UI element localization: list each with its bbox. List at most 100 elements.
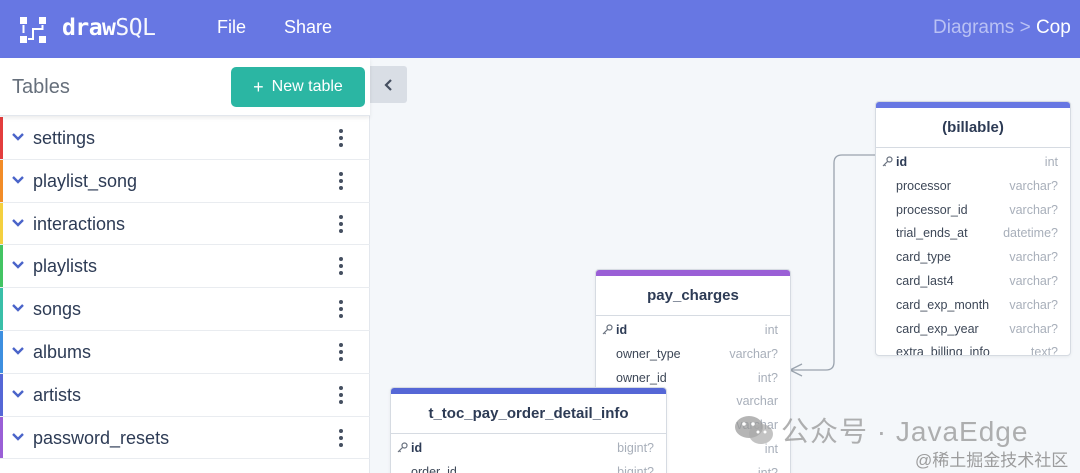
column-name: card_exp_month	[896, 297, 990, 312]
more-options-icon[interactable]	[335, 255, 347, 277]
relation-billable-pay-charges	[790, 154, 876, 371]
column-row[interactable]: card_last4 varchar?	[876, 269, 1070, 293]
column-name: id	[616, 323, 628, 337]
table-color-bar	[0, 245, 3, 288]
sidebar-table-item[interactable]: songs	[0, 288, 370, 331]
column-name: processor_id	[896, 202, 968, 217]
more-options-icon[interactable]	[335, 341, 347, 363]
column-name: card_exp_year	[896, 321, 979, 336]
column-type: varchar?	[1009, 297, 1058, 312]
menu-file[interactable]: File	[217, 17, 246, 38]
more-options-icon[interactable]	[335, 170, 347, 192]
column-name: card_type	[896, 250, 951, 265]
table-color-bar	[0, 288, 3, 330]
column-name: trial_ends_at	[896, 226, 968, 241]
chevron-down-icon[interactable]	[11, 130, 25, 144]
breadcrumb: Diagrams > Cop	[933, 17, 1071, 39]
column-type: int	[1044, 155, 1058, 169]
more-options-icon[interactable]	[335, 213, 347, 235]
collapse-sidebar-button[interactable]	[370, 66, 407, 103]
column-type: datetime?	[1003, 226, 1058, 241]
table-color-bar	[0, 159, 3, 202]
chevron-down-icon[interactable]	[11, 173, 25, 187]
sidebar-table-item[interactable]: albums	[0, 330, 370, 374]
more-options-icon[interactable]	[335, 427, 347, 449]
column-name: id	[896, 155, 908, 169]
drawsql-logo-icon[interactable]	[18, 15, 48, 45]
column-row[interactable]: card_type varchar?	[876, 245, 1070, 269]
plus-icon: +	[253, 76, 264, 97]
new-table-label: New table	[271, 78, 343, 95]
more-options-icon[interactable]	[335, 127, 347, 149]
breadcrumb-current: Cop	[1035, 17, 1071, 38]
column-row[interactable]: processor varchar?	[876, 174, 1070, 198]
column-row[interactable]: extra_billing_info text?	[876, 340, 1070, 356]
column-type: varchar?	[1009, 273, 1058, 288]
column-row[interactable]: trial_ends_at datetime?	[876, 221, 1070, 245]
watermark: 公众号 · JavaEdge	[733, 410, 1028, 450]
table-name: albums	[33, 341, 92, 362]
brand-light: SQL	[115, 15, 156, 41]
table-list: settings playlist_song interactions playlis…	[0, 117, 370, 460]
breadcrumb-diagrams[interactable]: Diagrams >	[933, 17, 1031, 38]
sidebar-table-item[interactable]: interactions	[0, 202, 370, 246]
table-color-bar	[0, 117, 3, 159]
tables-sidebar: Tables + New table settings playlist_song…	[0, 58, 370, 473]
column-name: extra_billing_info	[896, 345, 990, 356]
column-row[interactable]: id int	[596, 318, 790, 342]
table-card-t-toc-pay-order-detail-info[interactable]: t_toc_pay_order_detail_info id bigint? ord…	[390, 387, 667, 473]
column-row[interactable]: id bigint?	[391, 436, 666, 460]
chevron-down-icon[interactable]	[11, 301, 25, 315]
table-card-billable[interactable]: (billable) id int processor varchar? process…	[875, 101, 1071, 356]
sidebar-table-item[interactable]: settings	[0, 117, 370, 160]
sidebar-table-item[interactable]: playlist_song	[0, 159, 370, 203]
column-type: varchar?	[1009, 250, 1058, 265]
column-type: varchar?	[729, 346, 778, 361]
sidebar-table-item[interactable]: playlists	[0, 245, 370, 289]
table-name: interactions	[33, 213, 126, 234]
key-icon	[397, 442, 408, 453]
column-type: bigint?	[617, 464, 654, 473]
table-color-bar	[0, 202, 3, 245]
crow-foot-icon	[789, 363, 803, 377]
column-type: bigint?	[617, 441, 654, 455]
table-name: password_resets	[33, 427, 170, 448]
chevron-down-icon[interactable]	[11, 216, 25, 230]
column-row[interactable]: owner_type varchar?	[596, 342, 790, 366]
chevron-down-icon[interactable]	[11, 387, 25, 401]
column-row[interactable]: processor_id varchar?	[876, 198, 1070, 222]
table-color-bar	[0, 330, 3, 373]
column-type: varchar?	[1009, 321, 1058, 336]
new-table-button[interactable]: + New table	[231, 67, 365, 107]
table-name: settings	[33, 128, 96, 148]
sidebar-title: Tables	[12, 76, 70, 98]
chevron-down-icon[interactable]	[11, 430, 25, 444]
table-color-bar	[0, 373, 3, 416]
table-columns: id int processor varchar? processor_id varcha…	[876, 148, 1070, 356]
more-options-icon[interactable]	[335, 384, 347, 406]
key-icon	[602, 324, 613, 335]
chevron-down-icon[interactable]	[11, 344, 25, 358]
column-name: order_id	[411, 464, 457, 473]
table-title[interactable]: t_toc_pay_order_detail_info	[391, 394, 666, 434]
column-row[interactable]: owner_id int?	[596, 366, 790, 390]
column-row[interactable]: id int	[876, 150, 1070, 174]
column-row[interactable]: order_id bigint?	[391, 460, 666, 473]
watermark-sub: @稀土掘金技术社区	[915, 451, 1069, 470]
column-row[interactable]: card_exp_year varchar?	[876, 317, 1070, 341]
sidebar-table-item[interactable]: password_resets	[0, 416, 370, 460]
column-name: processor	[896, 178, 951, 193]
table-title[interactable]: pay_charges	[596, 276, 790, 316]
sidebar-table-item[interactable]: artists	[0, 373, 370, 417]
column-row[interactable]: card_exp_month varchar?	[876, 293, 1070, 317]
more-options-icon[interactable]	[335, 298, 347, 320]
brand-name[interactable]: drawSQL	[62, 15, 156, 41]
chevron-down-icon[interactable]	[11, 258, 25, 272]
column-type: varchar	[736, 394, 778, 409]
column-name: id	[411, 441, 423, 455]
menu-share[interactable]: Share	[284, 17, 332, 38]
table-title[interactable]: (billable)	[876, 108, 1070, 148]
column-type: varchar?	[1009, 202, 1058, 217]
column-type: int?	[757, 465, 778, 473]
wechat-icon	[735, 416, 773, 444]
